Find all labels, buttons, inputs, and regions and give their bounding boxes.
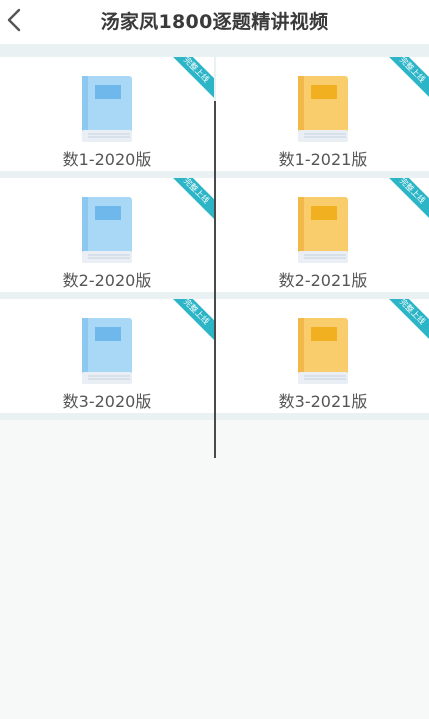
complete-ribbon: 完整上线 (162, 178, 214, 225)
book-icon (298, 76, 348, 142)
book-card-1-2020[interactable]: 数1-2020版 完整上线 (0, 57, 214, 171)
book-label: 数2-2021版 (278, 271, 368, 290)
book-icon (298, 318, 348, 384)
book-icon (82, 318, 132, 384)
video-grid: 数1-2020版 完整上线 数1-2021版 完整上线 数2-2020版 完整上… (0, 44, 429, 458)
book-label: 数3-2021版 (278, 392, 368, 411)
book-icon (82, 76, 132, 142)
book-card-3-2021[interactable]: 数3-2021版 完整上线 (216, 299, 429, 413)
complete-ribbon: 完整上线 (162, 299, 214, 346)
book-label: 数1-2020版 (62, 150, 152, 169)
complete-ribbon: 完整上线 (162, 57, 214, 104)
book-card-2-2021[interactable]: 数2-2021版 完整上线 (216, 178, 429, 292)
book-label: 数2-2020版 (62, 271, 152, 290)
book-label: 数3-2020版 (62, 392, 152, 411)
complete-ribbon: 完整上线 (378, 178, 429, 225)
book-card-1-2021[interactable]: 数1-2021版 完整上线 (216, 57, 429, 171)
header-bar: 汤家凤1800逐题精讲视频 (0, 0, 429, 44)
book-card-3-2020[interactable]: 数3-2020版 完整上线 (0, 299, 214, 413)
book-icon (298, 197, 348, 263)
book-card-2-2020[interactable]: 数2-2020版 完整上线 (0, 178, 214, 292)
book-icon (82, 197, 132, 263)
page-title: 汤家凤1800逐题精讲视频 (100, 11, 329, 33)
complete-ribbon: 完整上线 (378, 57, 429, 104)
book-label: 数1-2021版 (278, 150, 368, 169)
column-divider (214, 101, 216, 458)
complete-ribbon: 完整上线 (378, 299, 429, 346)
